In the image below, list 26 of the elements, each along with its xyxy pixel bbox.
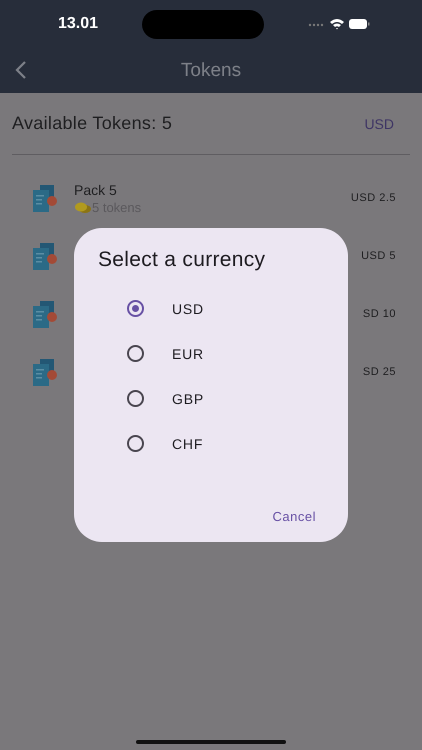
radio-button[interactable] [127, 345, 144, 362]
available-tokens: Available Tokens: 5 [12, 113, 172, 134]
pack-price: USD 2.5 [350, 192, 396, 204]
receipt-icon [30, 183, 60, 213]
coins-icon [74, 200, 92, 214]
signal-icon [308, 24, 324, 26]
dialog-title: Select a currency [98, 248, 266, 272]
battery-icon [348, 19, 370, 29]
pack-price: USD 5 [361, 250, 396, 262]
currency-option[interactable]: EUR [98, 331, 298, 376]
currency-option[interactable]: CHF [98, 421, 298, 466]
currency-option[interactable]: USD [98, 286, 298, 331]
status-time: 13.01 [58, 15, 98, 33]
receipt-icon [30, 357, 60, 387]
receipt-icon [30, 299, 60, 329]
radio-button[interactable] [127, 300, 144, 317]
pack-price: SD 25 [362, 366, 396, 378]
wifi-icon [330, 19, 344, 30]
radio-button[interactable] [127, 435, 144, 452]
cancel-button[interactable]: Cancel [264, 503, 324, 530]
receipt-icon [30, 241, 60, 271]
page-title: Tokens [180, 60, 242, 82]
pack-name: Pack 5 [74, 182, 118, 198]
currency-option[interactable]: GBP [98, 376, 298, 421]
radio-button[interactable] [127, 390, 144, 407]
pack-price: SD 10 [362, 308, 396, 320]
